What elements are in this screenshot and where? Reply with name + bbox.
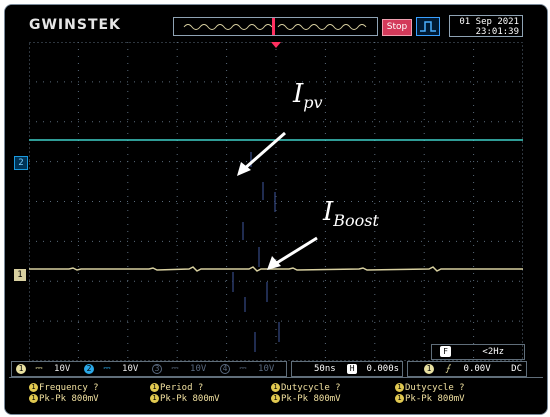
channel-2-badge: 2: [84, 364, 94, 374]
measurement-1-value-badge: 1: [29, 394, 38, 403]
ipv-label: Ipv: [293, 79, 323, 112]
channel-1-scale-value: 10V: [54, 364, 71, 374]
measurement-4-value: Pk-Pk 800mV: [405, 394, 465, 404]
measurement-divider: [9, 377, 543, 378]
measurement-3-value-badge: 1: [271, 394, 280, 403]
channel-2-scale[interactable]: 2 ⎓ 10V: [84, 362, 138, 376]
channel-1-marker[interactable]: 1: [14, 269, 26, 281]
bottom-panel: F <2Hz 1 ⎓ 10V 2 ⎓ 10V 3 ⎓ 10V 4 ⎓ 10V 5…: [5, 344, 547, 414]
trigger-level: 0.00V: [463, 364, 491, 374]
timebase-position: 0.000s: [366, 364, 400, 374]
measurement-3[interactable]: 1 Dutycycle ? 1 Pk-Pk 800mV: [271, 383, 341, 411]
measurement-1-name: Frequency ?: [39, 383, 99, 393]
measurement-4-name: Dutycycle ?: [405, 383, 465, 393]
frequency-counter: F <2Hz: [431, 344, 525, 360]
timebase-scale: 50ns: [314, 364, 336, 374]
measurement-1[interactable]: 1 Frequency ? 1 Pk-Pk 800mV: [29, 383, 99, 411]
dc-coupling-icon: ⎓: [35, 364, 43, 374]
ipv-label-sub: pv: [303, 93, 323, 113]
status-bar: GWINSTEK Stop 01 Sep 2021 23:01:39: [5, 5, 547, 41]
measurement-4[interactable]: 1 Dutycycle ? 1 Pk-Pk 800mV: [395, 383, 465, 411]
dc-coupling-icon: ⎓: [239, 364, 247, 374]
date-text: 01 Sep 2021: [459, 17, 519, 27]
memory-waveform-icon: [183, 18, 367, 35]
measurement-2[interactable]: 1 Period ? 1 Pk-Pk 800mV: [150, 383, 220, 411]
channel-1-badge: 1: [16, 364, 26, 374]
iboost-label-main: I: [323, 197, 334, 227]
timebase-display[interactable]: 50ns H 0.000s: [291, 361, 403, 377]
iboost-label: IBoost: [323, 197, 379, 230]
trigger-coupling: DC: [511, 364, 522, 374]
measurement-2-channel-badge: 1: [150, 383, 159, 392]
channel-4-scale[interactable]: 4 ⎓ 10V: [220, 362, 274, 376]
iboost-label-sub: Boost: [333, 211, 379, 231]
dc-coupling-icon: ⎓: [103, 364, 111, 374]
channel-3-scale[interactable]: 3 ⎓ 10V: [152, 362, 206, 376]
pulse-icon: [420, 21, 436, 32]
channel-3-badge: 3: [152, 364, 162, 374]
dc-coupling-icon: ⎓: [171, 364, 179, 374]
date-time-display: 01 Sep 2021 23:01:39: [449, 15, 523, 37]
measurement-3-channel-badge: 1: [271, 383, 280, 392]
frequency-counter-value: <2Hz: [482, 347, 505, 357]
frequency-counter-badge: F: [440, 346, 451, 357]
measurement-1-channel-badge: 1: [29, 383, 38, 392]
brand-logo: GWINSTEK: [29, 17, 121, 33]
trigger-mode-button[interactable]: [416, 17, 440, 36]
memory-bar[interactable]: [173, 17, 378, 36]
waveform-graticule: [29, 42, 523, 361]
channel-scale-strip: 1 ⎓ 10V 2 ⎓ 10V 3 ⎓ 10V 4 ⎓ 10V: [11, 361, 287, 377]
rising-edge-icon: ⨍: [445, 364, 451, 374]
measurement-1-value: Pk-Pk 800mV: [39, 394, 99, 404]
channel-1-scale[interactable]: 1 ⎓ 10V: [16, 362, 70, 376]
oscilloscope-screen: GWINSTEK Stop 01 Sep 2021 23:01:39 2 1 I…: [4, 4, 548, 415]
channel-3-scale-value: 10V: [190, 364, 207, 374]
horizontal-position-icon: H: [347, 364, 358, 374]
measurement-2-value-badge: 1: [150, 394, 159, 403]
trigger-source-badge: 1: [424, 364, 434, 374]
time-text: 23:01:39: [475, 27, 519, 37]
measurement-4-channel-badge: 1: [395, 383, 404, 392]
run-stop-badge[interactable]: Stop: [382, 19, 412, 36]
measurement-4-value-badge: 1: [395, 394, 404, 403]
channel-2-scale-value: 10V: [122, 364, 139, 374]
measurement-2-name: Period ?: [160, 383, 204, 393]
trigger-display[interactable]: 1 ⨍ 0.00V DC: [407, 361, 527, 377]
ipv-label-main: I: [293, 79, 304, 109]
measurement-3-value: Pk-Pk 800mV: [281, 394, 341, 404]
channel-4-scale-value: 10V: [258, 364, 275, 374]
measurement-2-value: Pk-Pk 800mV: [160, 394, 220, 404]
measurement-3-name: Dutycycle ?: [281, 383, 341, 393]
channel-2-marker[interactable]: 2: [14, 156, 28, 170]
channel-4-badge: 4: [220, 364, 230, 374]
